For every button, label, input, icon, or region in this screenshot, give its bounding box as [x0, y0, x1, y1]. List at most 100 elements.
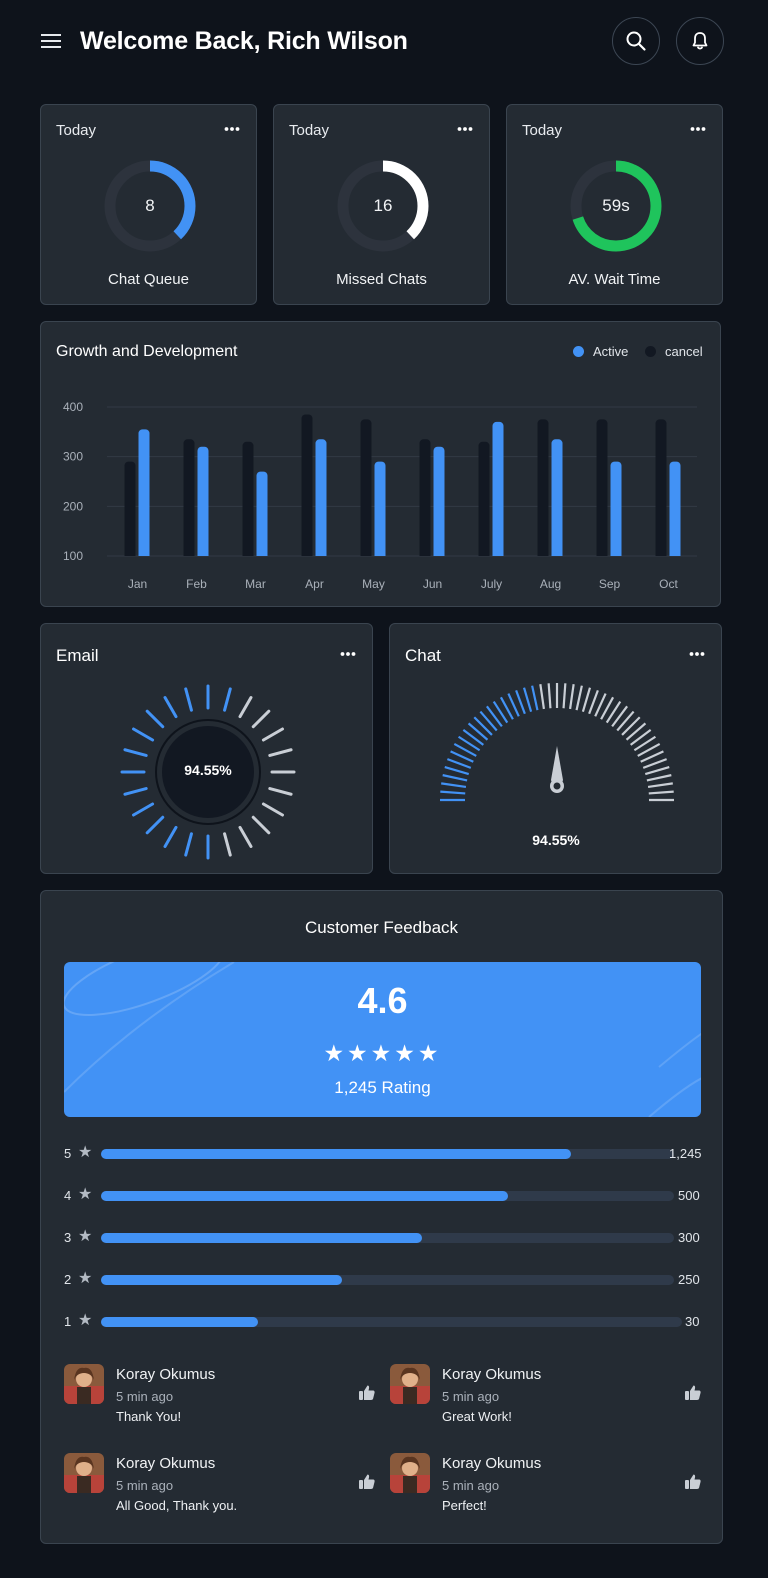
x-tick-label: Mar	[245, 577, 266, 591]
gauge-tick	[261, 802, 284, 817]
review-item: Koray Okumus 5 min ago Perfect!	[390, 1453, 702, 1515]
gauge-tick	[163, 696, 178, 719]
rating-row-4: 4 ★ 500	[64, 1187, 704, 1204]
bell-icon	[692, 32, 708, 50]
bar-active	[551, 439, 563, 556]
gauge-tick	[163, 825, 178, 848]
chart-title: Growth and Development	[56, 343, 238, 360]
kpi-value: 8	[145, 196, 155, 215]
more-options-icon[interactable]	[455, 119, 475, 139]
bar-active	[433, 446, 445, 556]
more-options-icon[interactable]	[222, 119, 242, 139]
hamburger-menu-icon[interactable]	[40, 30, 62, 52]
bar-cancel	[655, 419, 667, 556]
top-bar: Welcome Back, Rich Wilson	[40, 17, 728, 65]
rating-stars-icon: ★★★★★	[323, 1040, 442, 1066]
kpi-card-missed-chats: Today 16 Missed Chats	[273, 104, 490, 305]
speedometer-tick	[569, 684, 575, 710]
thumbs-up-icon[interactable]	[684, 1473, 702, 1491]
x-tick-label: May	[362, 577, 385, 591]
x-tick-label: Sep	[599, 577, 621, 591]
kpi-period-label: Today	[289, 122, 330, 139]
y-tick-label: 300	[63, 450, 83, 464]
y-tick-label: 100	[63, 549, 83, 563]
x-tick-label: July	[481, 577, 502, 591]
speedometer-tick	[522, 687, 533, 713]
rating-bar-fill	[101, 1317, 258, 1327]
review-time: 5 min ago	[442, 1389, 500, 1404]
speedometer-tick	[473, 716, 493, 736]
customer-feedback-card: Customer Feedback 4.6 ★★★★★ 1,245 Rating…	[40, 890, 723, 1544]
legend-item-active[interactable]: Active	[573, 344, 628, 359]
speedometer-tick	[642, 758, 668, 769]
bar-cancel	[478, 441, 490, 556]
x-tick-label: Feb	[186, 577, 207, 591]
rating-level: 4	[64, 1188, 72, 1203]
reviewer-avatar	[390, 1453, 430, 1493]
review-text: Thank You!	[116, 1409, 182, 1424]
thumbs-up-icon[interactable]	[358, 1473, 376, 1491]
bar-active	[610, 461, 622, 556]
bar-cancel	[242, 441, 254, 556]
rating-bar-fill	[101, 1191, 508, 1201]
review-text: Perfect!	[442, 1498, 487, 1513]
rating-level: 5	[64, 1146, 72, 1161]
gauge-tick	[123, 748, 148, 757]
chat-percentage: 94.55%	[532, 832, 580, 848]
bar-active	[669, 461, 681, 556]
review-time: 5 min ago	[116, 1478, 174, 1493]
legend-swatch-cancel	[645, 346, 656, 357]
speedometer-tick	[539, 684, 545, 710]
bar-cancel	[183, 439, 195, 556]
speedometer-tick	[562, 683, 567, 709]
review-item: Koray Okumus 5 min ago Thank You!	[64, 1364, 376, 1426]
more-options-icon[interactable]	[687, 644, 707, 664]
thumbs-up-icon[interactable]	[684, 1384, 702, 1402]
gauge-tick	[251, 815, 271, 835]
speedometer-tick	[648, 790, 674, 795]
rating-bar-fill	[101, 1149, 571, 1159]
rating-level: 1	[64, 1314, 72, 1329]
gauge-tick	[268, 787, 293, 796]
more-options-icon[interactable]	[338, 644, 358, 664]
y-tick-label: 400	[63, 400, 83, 414]
bar-active	[256, 471, 268, 556]
gauge-tick	[223, 832, 232, 857]
speedometer-tick	[444, 765, 470, 776]
star-icon: ★	[78, 1312, 93, 1329]
rating-row-3: 3 ★ 300	[64, 1229, 704, 1246]
reviewer-avatar	[390, 1364, 430, 1404]
rating-bar-fill	[101, 1233, 422, 1243]
thumbs-up-icon[interactable]	[358, 1384, 376, 1402]
notifications-button[interactable]	[676, 17, 724, 65]
rating-bar-track	[101, 1275, 674, 1285]
speedometer-tick	[575, 685, 583, 711]
rating-summary-banner: 4.6 ★★★★★ 1,245 Rating	[64, 962, 701, 1117]
bar-cancel	[124, 461, 136, 556]
speedometer-tick	[515, 689, 526, 715]
kpi-period-label: Today	[56, 122, 97, 139]
more-options-icon[interactable]	[688, 119, 708, 139]
kpi-value: 16	[373, 196, 393, 215]
chat-panel: Chat 94.55%	[389, 623, 722, 874]
legend-item-cancel[interactable]: cancel	[645, 344, 703, 359]
growth-bar-chart: 100 200 300 400 Jan Feb Mar Apr May Jun July Aug Sep…	[63, 400, 697, 591]
search-button[interactable]	[612, 17, 660, 65]
x-tick-label: Aug	[540, 577, 561, 591]
kpi-caption: AV. Wait Time	[568, 271, 661, 288]
email-percentage: 94.55%	[184, 762, 232, 778]
bar-cancel	[596, 419, 608, 556]
speedometer-tick	[446, 758, 472, 769]
rating-row-2: 2 ★ 250	[64, 1271, 704, 1288]
rating-bar-track	[101, 1191, 674, 1201]
speedometer-tick	[547, 683, 552, 709]
speedometer-tick	[646, 774, 672, 782]
x-tick-label: Jan	[128, 577, 147, 591]
legend-label: Active	[593, 344, 629, 359]
rating-level: 3	[64, 1230, 72, 1245]
kpi-card-chat-queue: Today 8 Chat Queue	[40, 104, 257, 305]
rating-bar-fill	[101, 1275, 342, 1285]
review-text: All Good, Thank you.	[116, 1498, 238, 1513]
bar-active	[138, 429, 150, 556]
speedometer-tick	[531, 685, 539, 711]
